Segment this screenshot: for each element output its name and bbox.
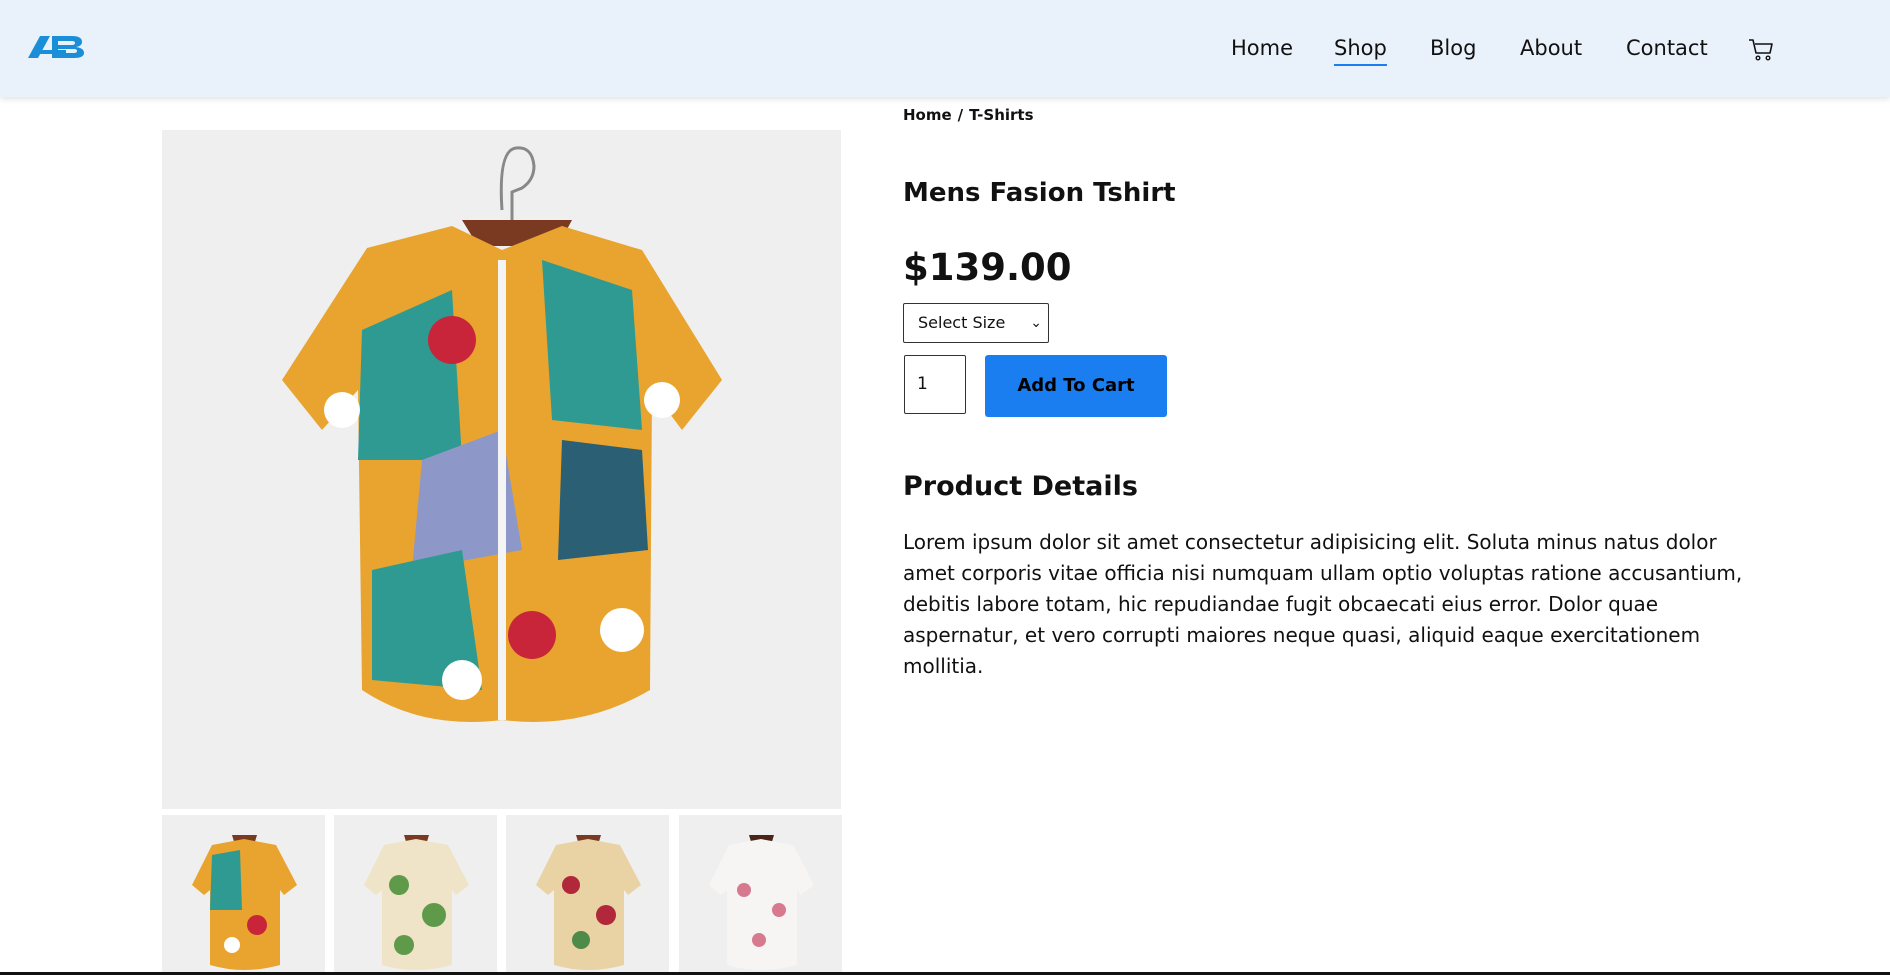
nav-shop[interactable]: Shop — [1334, 36, 1387, 66]
product-main-image[interactable] — [162, 130, 841, 809]
breadcrumb: Home / T-Shirts — [903, 106, 1034, 124]
main-nav: Home Shop Blog About Contact — [0, 36, 1890, 72]
chevron-down-icon: ⌄ — [1030, 315, 1042, 331]
product-details-text: Lorem ipsum dolor sit amet consectetur a… — [903, 530, 1743, 678]
thumbnail-4[interactable] — [679, 815, 842, 975]
nav-about[interactable]: About — [1520, 36, 1582, 60]
breadcrumb-separator: / — [957, 106, 964, 124]
size-select-value: Select Size — [918, 313, 1006, 332]
cart-icon[interactable] — [1748, 38, 1774, 62]
product-price: $139.00 — [903, 246, 1072, 289]
nav-contact[interactable]: Contact — [1626, 36, 1708, 60]
site-header: Home Shop Blog About Contact — [0, 0, 1890, 97]
product-details-heading: Product Details — [903, 471, 1138, 502]
thumbnail-3[interactable] — [506, 815, 669, 975]
thumbnail-2[interactable] — [334, 815, 497, 975]
shirt-image — [282, 146, 722, 722]
add-to-cart-button[interactable]: Add To Cart — [985, 355, 1167, 417]
thumbnail-strip — [162, 815, 842, 975]
quantity-input[interactable]: 1 — [904, 355, 966, 414]
nav-blog[interactable]: Blog — [1430, 36, 1476, 60]
size-select[interactable]: Select Size ⌄ — [903, 303, 1049, 343]
product-title: Mens Fasion Tshirt — [903, 178, 1176, 208]
nav-home[interactable]: Home — [1231, 36, 1293, 60]
breadcrumb-home[interactable]: Home — [903, 106, 952, 124]
breadcrumb-tshirts[interactable]: T-Shirts — [969, 106, 1033, 124]
thumbnail-1[interactable] — [162, 815, 325, 975]
